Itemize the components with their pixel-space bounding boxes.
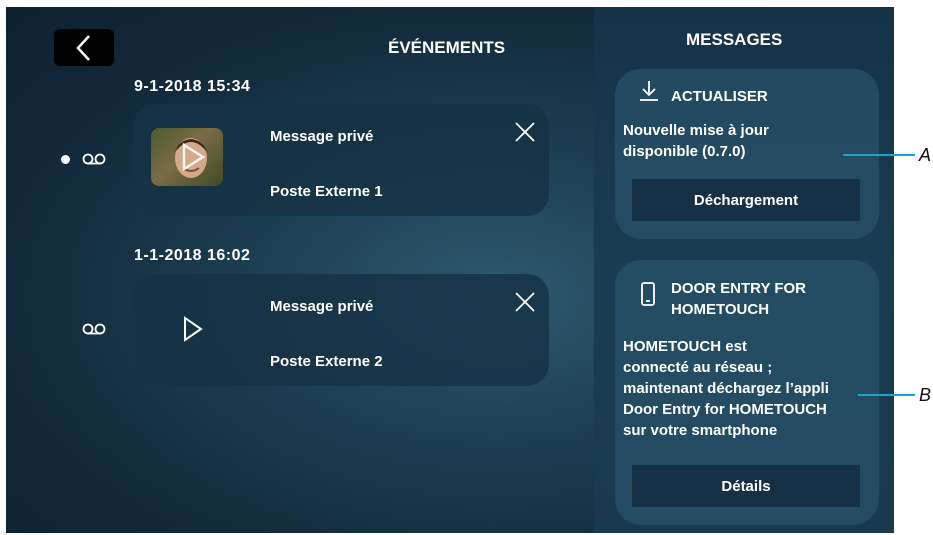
callout-label-a: A: [919, 145, 932, 165]
message-type: Message privé: [270, 128, 374, 145]
door-entry-card: DOOR ENTRY FOR HOMETOUCH HOMETOUCH est c…: [615, 260, 879, 525]
callout-line-b: [858, 394, 915, 396]
event-card[interactable]: Message privé Poste Externe 2: [133, 274, 549, 386]
events-panel: ÉVÉNEMENTS 9-1-2018 15:34 Message privé …: [6, 7, 594, 533]
close-icon[interactable]: [513, 290, 537, 314]
callout-label-b: B: [919, 385, 932, 405]
page-title: ÉVÉNEMENTS: [388, 38, 506, 57]
update-heading: ACTUALISER: [671, 88, 768, 105]
update-text: Nouvelle mise à jour disponible (0.7.0): [623, 120, 769, 162]
door-entry-heading-line: HOMETOUCH: [671, 301, 770, 318]
back-arrow-icon: [76, 34, 90, 61]
door-entry-text-line: Door Entry for HOMETOUCH: [623, 401, 827, 418]
unread-indicator: [61, 155, 70, 164]
door-entry-text-line: maintenant déchargez l’appli: [623, 380, 829, 397]
update-text-line: disponible (0.7.0): [623, 143, 746, 160]
close-icon[interactable]: [513, 120, 537, 144]
door-entry-text-line: HOMETOUCH est: [623, 338, 747, 355]
update-text-line: Nouvelle mise à jour: [623, 122, 769, 139]
face-thumbnail-image: [175, 138, 207, 178]
event-date: 1-1-2018 16:02: [134, 247, 251, 264]
event-date: 9-1-2018 15:34: [134, 78, 251, 95]
messages-title: MESSAGES: [686, 30, 783, 49]
door-entry-text-line: sur votre smartphone: [623, 422, 778, 439]
message-source: Poste Externe 2: [270, 353, 383, 370]
door-entry-text-line: connecté au réseau ;: [623, 359, 773, 376]
message-source: Poste Externe 1: [270, 183, 383, 200]
voicemail-icon: [82, 323, 106, 335]
video-thumbnail[interactable]: [151, 128, 223, 186]
update-card: ACTUALISER Nouvelle mise à jour disponib…: [615, 69, 879, 239]
message-type: Message privé: [270, 298, 374, 315]
door-entry-heading: DOOR ENTRY FOR HOMETOUCH: [671, 278, 806, 320]
event-card[interactable]: Message privé Poste Externe 1: [133, 104, 549, 216]
download-button[interactable]: Déchargement: [632, 179, 860, 221]
smartphone-icon: [641, 282, 655, 306]
voicemail-icon: [82, 153, 106, 165]
details-button[interactable]: Détails: [632, 465, 860, 507]
door-entry-text: HOMETOUCH est connecté au réseau ; maint…: [623, 336, 829, 441]
door-entry-heading-line: DOOR ENTRY FOR: [671, 280, 807, 297]
back-button[interactable]: [54, 29, 114, 66]
download-icon: [640, 81, 658, 101]
touch-screen: ÉVÉNEMENTS 9-1-2018 15:34 Message privé …: [6, 7, 894, 533]
messages-panel: MESSAGES ACTUALISER Nouvelle mise à jour…: [594, 7, 894, 533]
play-icon[interactable]: [183, 316, 203, 342]
callout-line-a: [843, 154, 915, 156]
